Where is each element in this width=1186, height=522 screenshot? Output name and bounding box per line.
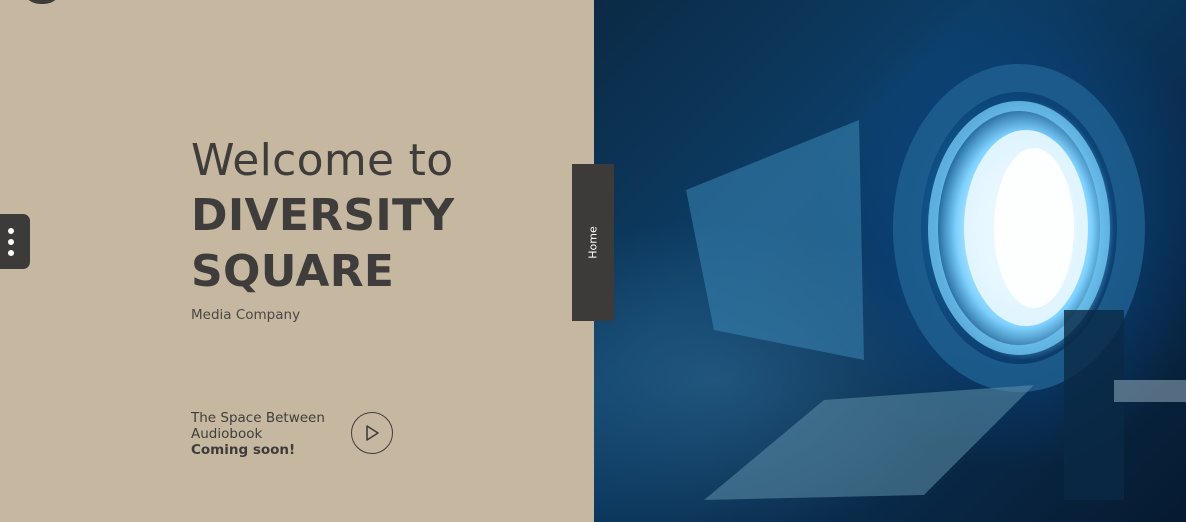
more-vertical-icon [8, 238, 14, 245]
tab-home[interactable]: Home [572, 164, 614, 321]
audiobook-title: The Space Between [191, 410, 325, 426]
menu-button[interactable] [0, 214, 30, 269]
logo-icon[interactable] [22, 0, 62, 4]
spotlight-illustration [686, 64, 1186, 500]
tab-home-label: Home [586, 226, 600, 259]
audiobook-type: Audiobook [191, 426, 263, 442]
audiobook-status: Coming soon! [191, 442, 296, 458]
hero-image-spotlight [594, 0, 1186, 522]
more-vertical-icon [8, 227, 14, 234]
welcome-heading: Welcome to [191, 135, 454, 186]
brand-title-line2: SQUARE [191, 246, 395, 297]
hero-block: Welcome to DIVERSITY SQUARE Media Compan… [191, 134, 455, 323]
left-panel: Welcome to DIVERSITY SQUARE Media Compan… [0, 0, 594, 522]
brand-subtitle: Media Company [191, 307, 301, 323]
play-icon [366, 425, 379, 441]
more-vertical-icon [8, 249, 14, 256]
brand-title-line1: DIVERSITY [191, 190, 455, 241]
play-button[interactable] [351, 412, 393, 454]
audiobook-promo: The Space Between Audiobook Coming soon! [191, 410, 325, 458]
